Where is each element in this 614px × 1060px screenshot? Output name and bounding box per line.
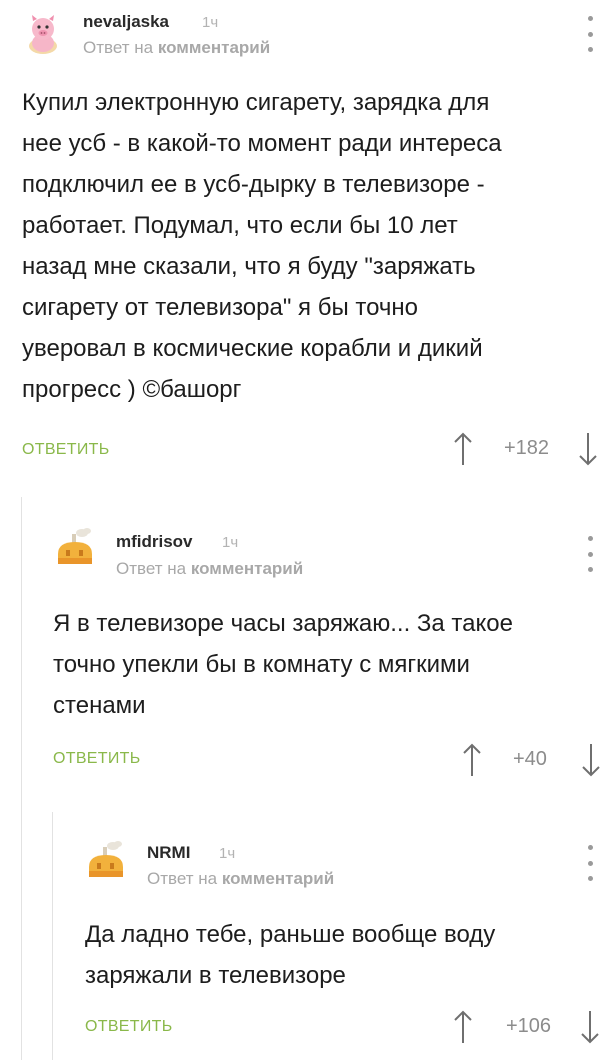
reply-button[interactable]: ОТВЕТИТЬ: [85, 1018, 173, 1036]
vote-block: +106: [454, 1010, 604, 1044]
comment-text: Да ладно тебе, раньше вообще воду заряжа…: [85, 921, 496, 989]
comment: NRMI 1ч Ответ на комментарий Да ладно те…: [0, 0, 614, 1060]
author-name[interactable]: NRMI: [147, 843, 190, 863]
upvote-arrow-icon[interactable]: [454, 1010, 472, 1044]
reply-prefix: Ответ на: [147, 869, 218, 888]
comment-time: 1ч: [219, 845, 236, 862]
avatar[interactable]: [83, 837, 129, 883]
cake-avatar-icon: [89, 841, 123, 877]
rating-value: +106: [506, 1015, 552, 1037]
reply-to-link[interactable]: Ответ на комментарий: [147, 869, 334, 889]
downvote-arrow-icon[interactable]: [581, 1010, 599, 1044]
more-options-icon[interactable]: [582, 845, 598, 881]
reply-target: комментарий: [221, 869, 335, 888]
